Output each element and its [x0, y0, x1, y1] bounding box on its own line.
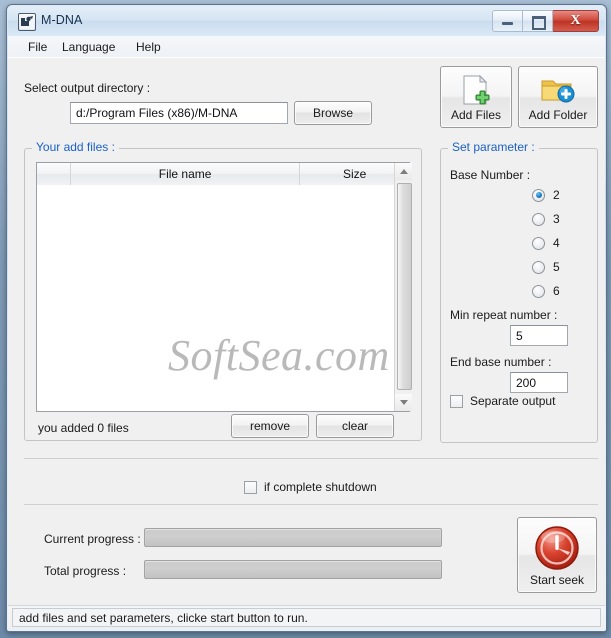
- files-groupbox-title: Your add files :: [32, 140, 119, 154]
- application-window: M-DNA X File Language Help Select output…: [6, 4, 607, 632]
- output-directory-label: Select output directory :: [24, 81, 151, 95]
- radio-option-3[interactable]: 3: [532, 212, 560, 226]
- remove-button[interactable]: remove: [231, 414, 309, 438]
- radio-4-indicator[interactable]: [532, 236, 545, 250]
- scroll-up-button[interactable]: [395, 163, 412, 180]
- files-listview-header: File name Size: [37, 163, 409, 186]
- min-repeat-input[interactable]: 5: [510, 325, 568, 346]
- current-progress-label: Current progress :: [44, 532, 141, 546]
- column-header-blank[interactable]: [37, 163, 71, 185]
- output-directory-input[interactable]: d:/Program Files (x86)/M-DNA: [70, 102, 288, 124]
- start-seek-label: Start seek: [529, 573, 585, 587]
- shutdown-checkbox[interactable]: if complete shutdown: [244, 480, 377, 494]
- scroll-down-button[interactable]: [395, 394, 412, 411]
- browse-button[interactable]: Browse: [294, 101, 372, 125]
- radio-2-label: 2: [553, 188, 560, 202]
- minimize-icon: [502, 22, 513, 25]
- radio-option-5[interactable]: 5: [532, 260, 560, 274]
- radio-3-label: 3: [553, 212, 560, 226]
- parameters-groupbox-title: Set parameter :: [448, 140, 539, 154]
- radio-6-indicator[interactable]: [532, 284, 545, 298]
- add-folder-button[interactable]: Add Folder: [518, 66, 598, 128]
- file-count-label: you added 0 files: [38, 421, 129, 435]
- current-progress-bar: [144, 528, 442, 547]
- close-icon: X: [570, 13, 581, 28]
- window-controls: X: [492, 10, 599, 32]
- radio-2-indicator[interactable]: [532, 188, 545, 202]
- maximize-button[interactable]: [523, 10, 553, 32]
- document-add-icon: [461, 74, 491, 112]
- shutdown-label: if complete shutdown: [264, 480, 377, 494]
- menu-item-language[interactable]: Language: [56, 39, 121, 55]
- files-listview[interactable]: File name Size: [36, 162, 410, 412]
- menu-item-help[interactable]: Help: [130, 39, 167, 55]
- radio-4-label: 4: [553, 236, 560, 250]
- total-progress-label: Total progress :: [44, 564, 127, 578]
- radio-option-2[interactable]: 2: [532, 188, 560, 202]
- column-header-size[interactable]: Size: [300, 163, 409, 185]
- add-files-button[interactable]: Add Files: [440, 66, 512, 128]
- total-progress-bar: [144, 560, 442, 579]
- radio-3-indicator[interactable]: [532, 212, 545, 226]
- status-bar-text: add files and set parameters, clicke sta…: [12, 608, 601, 627]
- desktop-background: M-DNA X File Language Help Select output…: [0, 0, 611, 638]
- chevron-down-icon: [399, 400, 408, 405]
- separate-output-checkbox[interactable]: Separate output: [450, 394, 555, 408]
- app-icon: [18, 13, 36, 31]
- separator-bottom: [24, 504, 598, 505]
- maximize-icon: [532, 16, 546, 30]
- power-seek-icon: [534, 525, 580, 576]
- files-listview-scrollbar[interactable]: [394, 163, 412, 411]
- client-area: Select output directory : d:/Program Fil…: [8, 57, 605, 606]
- separator-top: [24, 458, 598, 459]
- separate-output-box[interactable]: [450, 394, 463, 408]
- end-base-input[interactable]: 200: [510, 372, 568, 393]
- clear-button[interactable]: clear: [316, 414, 394, 438]
- folder-add-icon: [541, 75, 575, 110]
- min-repeat-label: Min repeat number :: [450, 308, 558, 322]
- base-number-label: Base Number :: [450, 168, 531, 182]
- close-button[interactable]: X: [553, 10, 599, 32]
- files-listview-body[interactable]: [37, 185, 409, 411]
- scrollbar-thumb[interactable]: [397, 183, 412, 390]
- minimize-button[interactable]: [492, 10, 523, 32]
- chevron-up-icon: [399, 169, 408, 174]
- column-header-file-name[interactable]: File name: [71, 163, 301, 185]
- end-base-label: End base number :: [450, 355, 552, 369]
- radio-5-label: 5: [553, 260, 560, 274]
- menu-bar: File Language Help: [8, 36, 605, 58]
- radio-option-6[interactable]: 6: [532, 284, 560, 298]
- radio-5-indicator[interactable]: [532, 260, 545, 274]
- start-seek-button[interactable]: Start seek: [517, 517, 597, 593]
- radio-option-4[interactable]: 4: [532, 236, 560, 250]
- window-title: M-DNA: [41, 13, 83, 27]
- shutdown-box[interactable]: [244, 480, 257, 494]
- status-bar: add files and set parameters, clicke sta…: [8, 605, 605, 630]
- add-folder-label: Add Folder: [528, 108, 588, 122]
- menu-item-file[interactable]: File: [22, 39, 53, 55]
- add-files-label: Add Files: [450, 108, 502, 122]
- radio-6-label: 6: [553, 284, 560, 298]
- title-bar[interactable]: M-DNA X: [8, 6, 605, 37]
- separate-output-label: Separate output: [470, 394, 556, 408]
